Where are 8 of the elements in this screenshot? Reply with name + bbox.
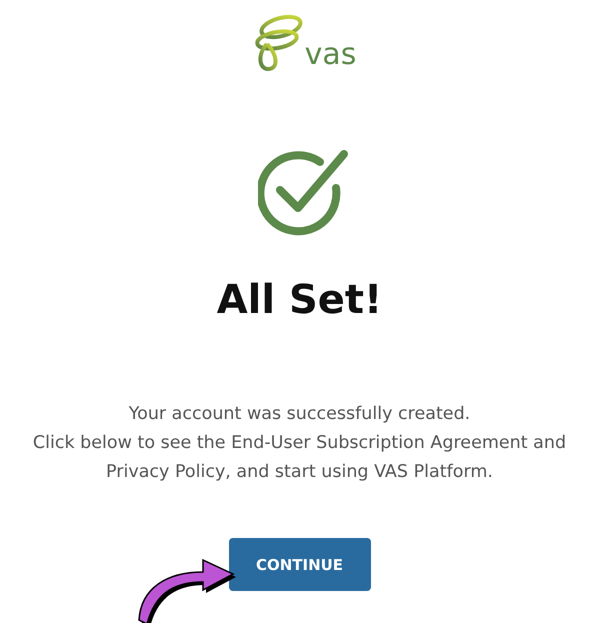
message-text: Click below to see the End-User Subscription Agreement and Privacy Policy, and start using VAS Platform. [32,432,568,484]
page-title: All Set! [216,276,382,324]
logo-text: vas [304,40,356,72]
logo-icon [252,14,303,72]
success-check-icon [258,148,350,238]
arrow-icon [138,559,236,623]
message-text: Your account was successfully created. [128,403,472,426]
continue-button[interactable]: CONTINUE [228,538,370,591]
